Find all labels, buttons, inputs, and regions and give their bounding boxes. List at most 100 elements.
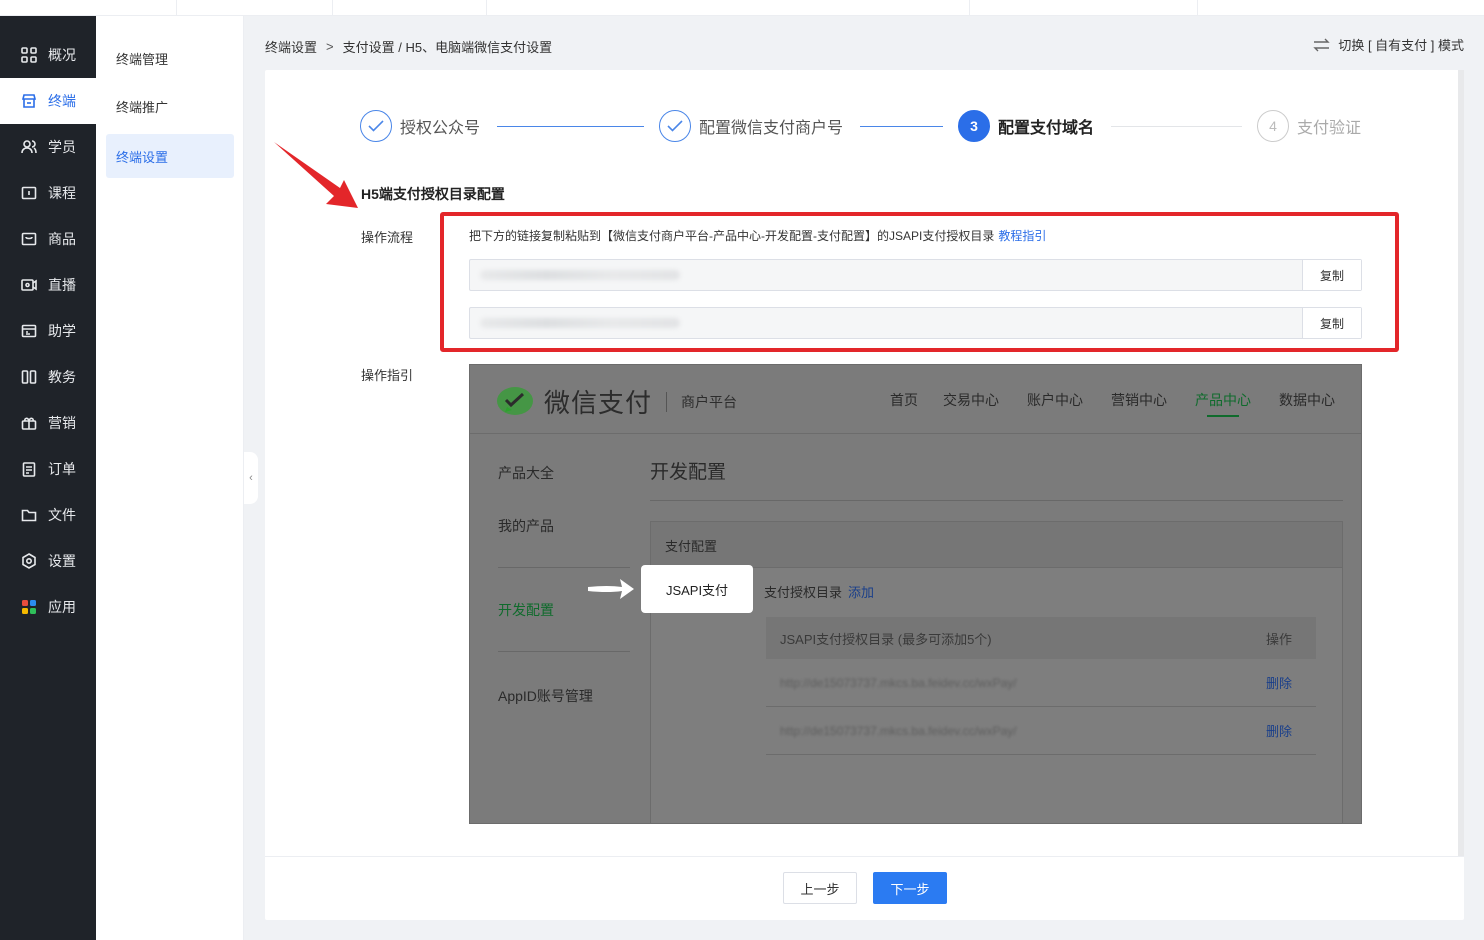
step-connector [1111, 126, 1242, 127]
nav-item-apps[interactable]: 应用 [0, 584, 96, 630]
nav-item-settings[interactable]: 设置 [0, 538, 96, 584]
nav-label: 文件 [48, 507, 76, 523]
nav-item-files[interactable]: 文件 [0, 492, 96, 538]
course-icon [20, 184, 38, 202]
collapse-sidebar-handle[interactable]: ‹ [244, 452, 258, 504]
study-icon [20, 322, 38, 340]
nav-item-courses[interactable]: 课程 [0, 170, 96, 216]
table-row: http://de15073737.mkcs.ba.feidev.cc/wxPa… [766, 707, 1316, 755]
step-connector [497, 126, 644, 127]
subnav-item-terminal-settings[interactable]: 终端设置 [106, 134, 234, 178]
nav-label: 课程 [48, 185, 76, 201]
nav-item-study[interactable]: 助学 [0, 308, 96, 354]
users-icon [20, 138, 38, 156]
nav-label: 概况 [48, 47, 76, 63]
step-3: 3 配置支付域名 [958, 110, 1094, 142]
nav-label: 终端 [48, 93, 76, 109]
nav-label: 教务 [48, 369, 76, 385]
guide-menu-item: 首页 [890, 392, 918, 408]
book-icon [20, 368, 38, 386]
nav-label: 商品 [48, 231, 76, 247]
guide-left-item-active: 开发配置 [498, 602, 554, 618]
top-strip [0, 0, 1484, 16]
row-url: http://de15073737.mkcs.ba.feidev.cc/wxPa… [780, 675, 1017, 690]
live-icon [20, 276, 38, 294]
row-delete: 删除 [1265, 676, 1292, 691]
mode-switch-button[interactable]: 切换 [ 自有支付 ] 模式 [1313, 35, 1464, 54]
next-step-button[interactable]: 下一步 [873, 872, 947, 904]
nav-item-academic[interactable]: 教务 [0, 354, 96, 400]
sub-sidebar: 终端管理 终端推广 终端设置 [96, 16, 244, 940]
nav-item-overview[interactable]: 概况 [0, 32, 96, 78]
nav-label: 营销 [48, 415, 76, 431]
guide-header: 微信支付 商户平台 首页 交易中心 账户中心 营销中心 产品中心 数据中心 [470, 365, 1361, 434]
wechat-pay-icon [497, 386, 533, 415]
gear-icon [20, 552, 38, 570]
guide-menu-item: 数据中心 [1279, 392, 1335, 408]
step-label: 配置微信支付商户号 [699, 120, 844, 137]
nav-item-orders[interactable]: 订单 [0, 446, 96, 492]
nav-label: 学员 [48, 139, 76, 155]
step-1: 授权公众号 [360, 110, 480, 142]
guide-screenshot: 微信支付 商户平台 首页 交易中心 账户中心 营销中心 产品中心 数据中心 产品… [469, 364, 1362, 824]
guide-title: 开发配置 [650, 462, 727, 483]
subnav-item-terminal-manage[interactable]: 终端管理 [106, 36, 234, 80]
nav-item-terminal[interactable]: 终端 [0, 78, 96, 124]
guide-left-item: AppID账号管理 [498, 688, 593, 704]
guide-menu-item: 交易中心 [943, 392, 999, 408]
nav-item-live[interactable]: 直播 [0, 262, 96, 308]
highlight-frame [440, 212, 1399, 352]
table-header-dir: JSAPI支付授权目录 (最多可添加5个) [780, 631, 992, 647]
nav-label: 直播 [48, 277, 76, 293]
store-icon [20, 92, 38, 110]
check-icon [360, 110, 392, 142]
guide-left-item: 产品大全 [498, 465, 554, 481]
row-url: http://de15073737.mkcs.ba.feidev.cc/wxPa… [780, 723, 1017, 738]
auth-dir-label: 支付授权目录 [764, 585, 843, 600]
step-connector [860, 126, 943, 127]
nav-label: 助学 [48, 323, 76, 339]
guide-menu-item-active: 产品中心 [1195, 392, 1251, 417]
nav-item-marketing[interactable]: 营销 [0, 400, 96, 446]
section-title: H5端支付授权目录配置 [361, 186, 505, 202]
mode-switch-label: 切换 [ 自有支付 ] 模式 [1338, 38, 1464, 53]
row-delete: 删除 [1265, 724, 1292, 739]
step-4: 4 支付验证 [1257, 110, 1361, 142]
table-row: http://de15073737.mkcs.ba.feidev.cc/wxPa… [766, 659, 1316, 707]
swap-icon [1313, 38, 1331, 52]
wechat-pay-logo: 微信支付 商户平台 [496, 383, 737, 420]
nav-item-students[interactable]: 学员 [0, 124, 96, 170]
chevron-left-icon: ‹ [249, 472, 253, 484]
goods-icon [20, 230, 38, 248]
flow-label: 操作流程 [361, 230, 414, 245]
nav-item-goods[interactable]: 商品 [0, 216, 96, 262]
dashboard-icon [20, 46, 38, 64]
subnav-item-terminal-promote[interactable]: 终端推广 [106, 84, 234, 128]
prev-step-button[interactable]: 上一步 [783, 872, 857, 904]
step-label: 支付验证 [1297, 120, 1362, 137]
brand-text: 微信支付 [544, 388, 653, 418]
breadcrumb-root[interactable]: 终端设置 [265, 37, 317, 56]
step-2: 配置微信支付商户号 [659, 110, 843, 142]
guide-panel-title: 支付配置 [651, 522, 1342, 568]
apps-icon [20, 598, 38, 616]
step-label: 授权公众号 [400, 120, 481, 137]
step-number: 4 [1257, 110, 1289, 142]
step-label: 配置支付域名 [998, 120, 1095, 137]
chevron-right-icon: > [326, 39, 334, 54]
guide-menu-item: 账户中心 [1027, 392, 1083, 408]
breadcrumb: 终端设置 > 支付设置 / H5、电脑端微信支付设置 [265, 37, 552, 56]
nav-label: 订单 [48, 461, 76, 477]
check-icon [659, 110, 691, 142]
order-icon [20, 460, 38, 478]
guide-table-header: JSAPI支付授权目录 (最多可添加5个) 操作 [766, 617, 1316, 659]
white-arrow-icon [588, 579, 634, 599]
card-footer [265, 856, 1464, 920]
nav-label: 应用 [48, 599, 76, 615]
step-number: 3 [958, 110, 990, 142]
scrollbar[interactable] [1458, 70, 1464, 856]
auth-dir-row: 支付授权目录 添加 [764, 582, 874, 601]
folder-icon [20, 506, 38, 524]
platform-text: 商户平台 [681, 393, 738, 410]
guide-left-item: 我的产品 [498, 518, 554, 534]
